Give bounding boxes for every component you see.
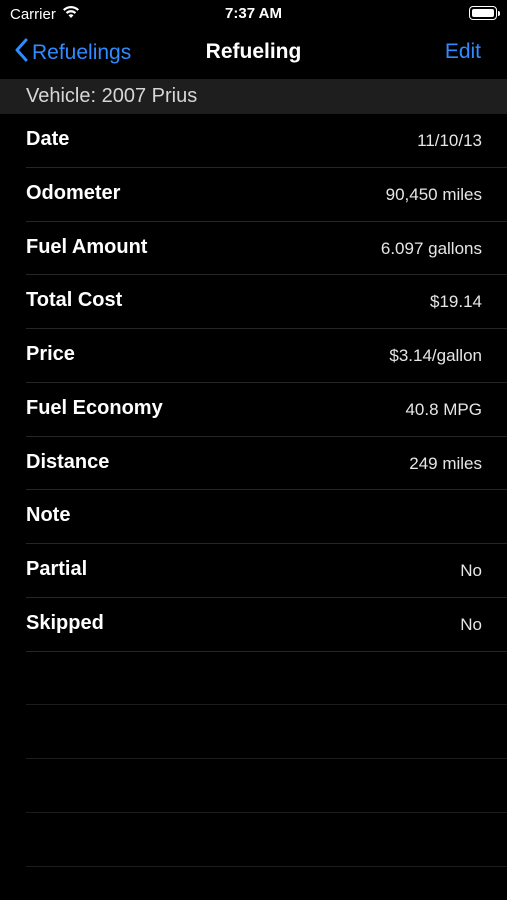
row-label: Distance [26,450,110,473]
row-label: Odometer [26,181,121,204]
empty-row [0,759,507,813]
row-label: Fuel Economy [26,396,163,419]
empty-row [0,705,507,759]
row-value: 11/10/13 [417,131,482,150]
row-value: 40.8 MPG [405,399,482,419]
row-value: 90,450 miles [385,184,482,204]
row-value: No [460,614,482,634]
row-skipped[interactable]: Skipped No [0,598,507,652]
row-odometer[interactable]: Odometer 90,450 miles [0,168,507,222]
row-label: Date [26,128,70,150]
row-label: Partial [26,558,88,580]
navigation-bar: Refuelings Refueling Edit [0,28,507,78]
row-partial[interactable]: Partial No [0,544,507,598]
status-time: 7:37 AM [225,5,282,22]
row-label: Skipped [26,611,104,634]
row-value: $19.14 [430,292,482,312]
row-distance[interactable]: Distance 249 miles [0,437,507,491]
battery-icon [469,6,500,20]
row-fuel-amount[interactable]: Fuel Amount 6.097 gallons [0,222,507,276]
row-value: $3.14/gallon [389,346,482,365]
row-fuel-economy[interactable]: Fuel Economy 40.8 MPG [0,383,507,437]
section-header-vehicle: Vehicle: 2007 Prius [0,79,507,114]
row-label: Price [26,343,75,365]
status-right [469,6,500,20]
detail-list: Date 11/10/13 Odometer 90,450 miles Fuel… [0,114,507,867]
row-value: No [460,561,482,580]
row-label: Fuel Amount [26,235,148,258]
row-label: Total Cost [26,289,123,312]
row-value: 249 miles [409,453,482,473]
row-date[interactable]: Date 11/10/13 [0,114,507,168]
row-note[interactable]: Note [0,490,507,544]
status-bar: Carrier 7:37 AM [0,0,507,28]
row-total-cost[interactable]: Total Cost $19.14 [0,275,507,329]
row-label: Note [26,504,71,527]
empty-row [0,813,507,867]
empty-row [0,652,507,706]
page-title: Refueling [205,40,302,63]
edit-button[interactable]: Edit [445,40,481,64]
row-value: 6.097 gallons [380,238,482,258]
row-price[interactable]: Price $3.14/gallon [0,329,507,383]
